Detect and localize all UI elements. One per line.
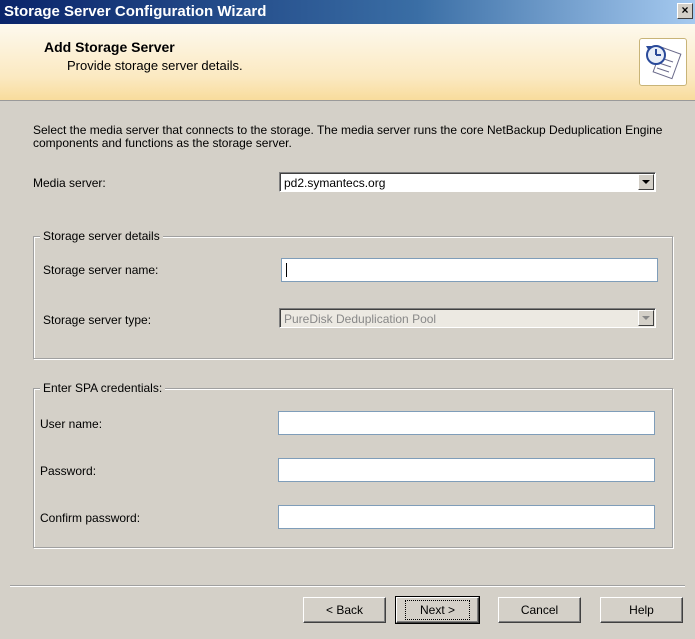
intro-text: Select the media server that connects to… <box>33 123 663 150</box>
back-button[interactable]: < Back <box>303 597 386 623</box>
title-bar: Storage Server Configuration Wizard × <box>0 0 695 24</box>
close-button[interactable]: × <box>677 3 693 19</box>
wizard-document-clock-icon <box>639 38 687 86</box>
user-name-field[interactable] <box>279 412 654 434</box>
confirm-password-input[interactable] <box>278 505 655 529</box>
footer-separator <box>10 585 685 587</box>
spa-credentials-legend: Enter SPA credentials: <box>40 381 166 395</box>
text-caret <box>286 263 287 277</box>
media-server-value: pd2.symantecs.org <box>284 176 386 190</box>
page-subtitle: Provide storage server details. <box>67 58 243 73</box>
storage-server-details-group: Storage server details <box>33 229 673 359</box>
storage-server-type-select: PureDisk Deduplication Pool <box>279 308 656 328</box>
password-label: Password: <box>40 464 97 478</box>
password-field[interactable] <box>279 459 654 481</box>
media-server-label: Media server: <box>33 176 106 190</box>
storage-server-name-label: Storage server name: <box>43 263 159 277</box>
page-title: Add Storage Server <box>44 39 175 55</box>
back-button-label: < Back <box>325 603 364 617</box>
password-input[interactable] <box>278 458 655 482</box>
storage-server-type-label: Storage server type: <box>43 313 152 327</box>
chevron-down-icon <box>638 310 654 326</box>
storage-server-type-value: PureDisk Deduplication Pool <box>284 312 437 326</box>
next-button[interactable]: Next > <box>395 596 480 624</box>
media-server-select[interactable]: pd2.symantecs.org <box>279 172 656 192</box>
user-name-input[interactable] <box>278 411 655 435</box>
storage-server-details-legend: Storage server details <box>40 229 163 243</box>
chevron-down-icon[interactable] <box>638 174 654 190</box>
cancel-button[interactable]: Cancel <box>498 597 581 623</box>
help-button[interactable]: Help <box>600 597 683 623</box>
user-name-label: User name: <box>40 417 103 431</box>
cancel-button-label: Cancel <box>520 603 559 617</box>
confirm-password-label: Confirm password: <box>40 511 141 525</box>
wizard-header: Add Storage Server Provide storage serve… <box>0 24 695 101</box>
window-title: Storage Server Configuration Wizard <box>4 3 267 20</box>
next-button-label: Next > <box>404 600 470 620</box>
confirm-password-field[interactable] <box>279 506 654 528</box>
storage-server-name-input[interactable] <box>281 258 658 282</box>
storage-server-name-field[interactable] <box>282 259 657 281</box>
help-button-label: Help <box>629 603 654 617</box>
